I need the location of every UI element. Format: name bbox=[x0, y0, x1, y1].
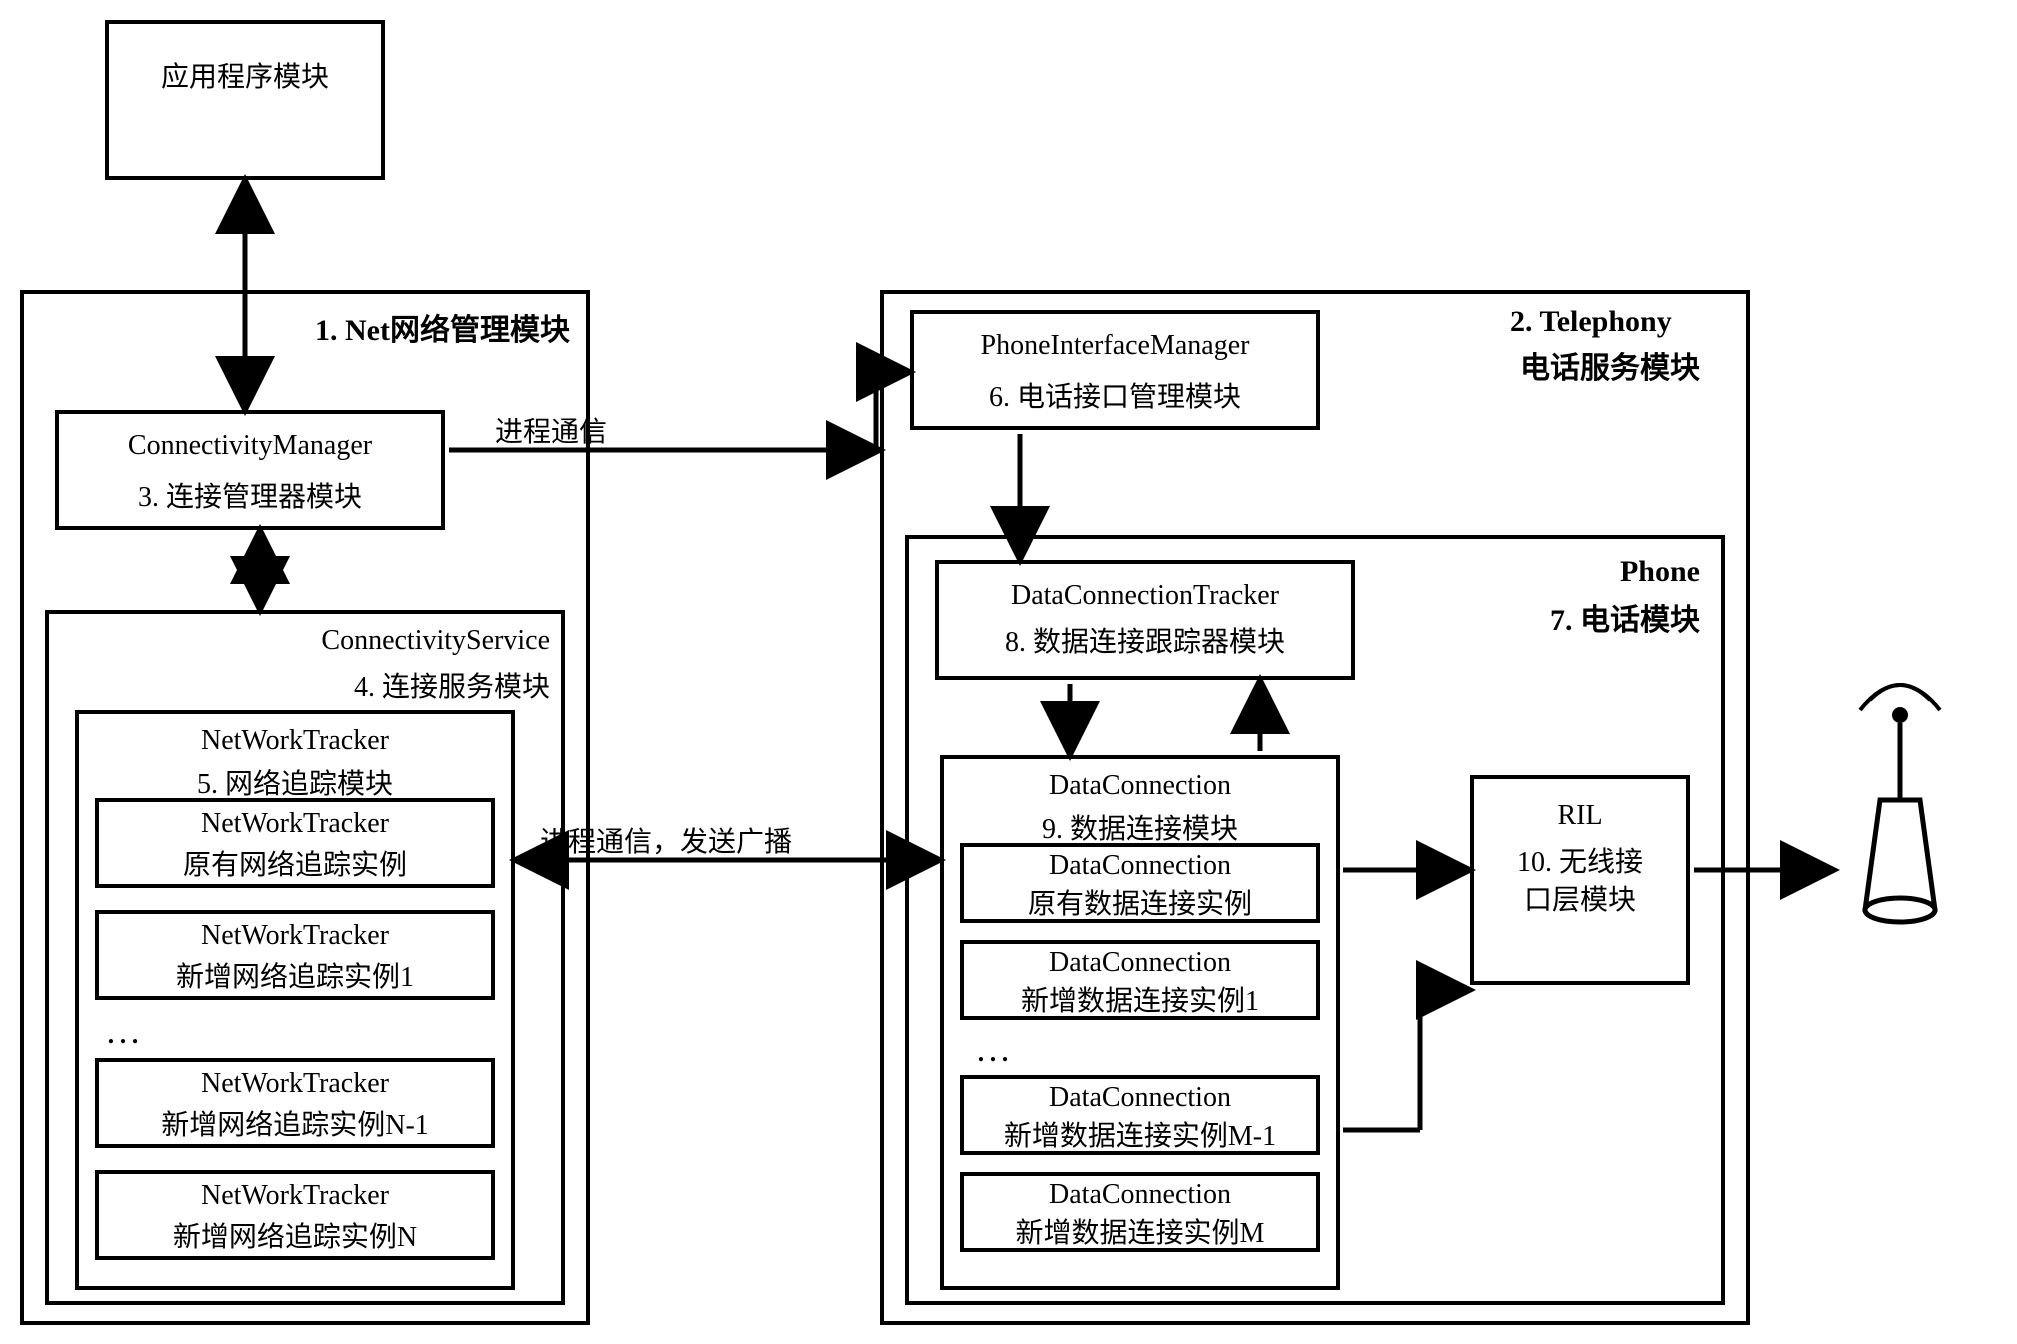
ipc-label: 进程通信 bbox=[495, 410, 607, 450]
antenna-icon bbox=[1840, 650, 1960, 950]
arrow-app-to-net bbox=[0, 0, 2017, 1344]
ipc-broadcast-label: 进程通信，发送广播 bbox=[540, 820, 792, 860]
